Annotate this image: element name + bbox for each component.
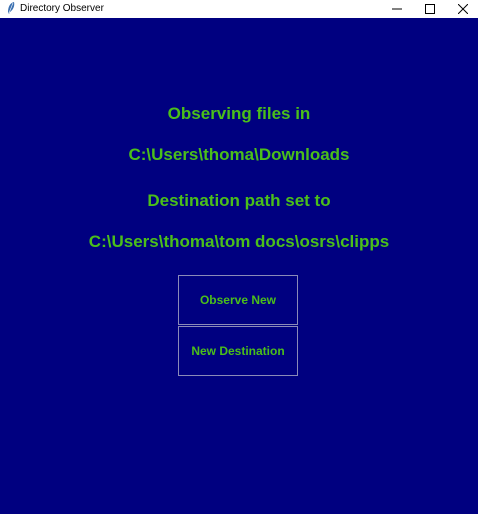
observing-path: C:\Users\thoma\Downloads bbox=[128, 145, 350, 164]
title-bar[interactable]: Directory Observer bbox=[0, 0, 478, 18]
observe-new-button[interactable]: Observe New bbox=[178, 275, 298, 325]
window-title: Directory Observer bbox=[20, 3, 104, 14]
minimize-icon bbox=[392, 8, 402, 10]
maximize-icon bbox=[425, 4, 435, 14]
destination-path: C:\Users\thoma\tom docs\osrs\clipps bbox=[88, 232, 390, 251]
close-button[interactable] bbox=[446, 0, 478, 18]
minimize-button[interactable] bbox=[380, 0, 414, 18]
destination-label: Destination path set to bbox=[147, 191, 331, 210]
maximize-button[interactable] bbox=[413, 0, 447, 18]
close-icon bbox=[458, 4, 468, 14]
feather-icon bbox=[8, 2, 15, 14]
main-panel: Observing files in C:\Users\thoma\Downlo… bbox=[0, 18, 478, 514]
app-window: Directory Observer Observing files in C:… bbox=[0, 0, 478, 514]
new-destination-button[interactable]: New Destination bbox=[178, 326, 298, 376]
observing-label: Observing files in bbox=[167, 104, 311, 123]
